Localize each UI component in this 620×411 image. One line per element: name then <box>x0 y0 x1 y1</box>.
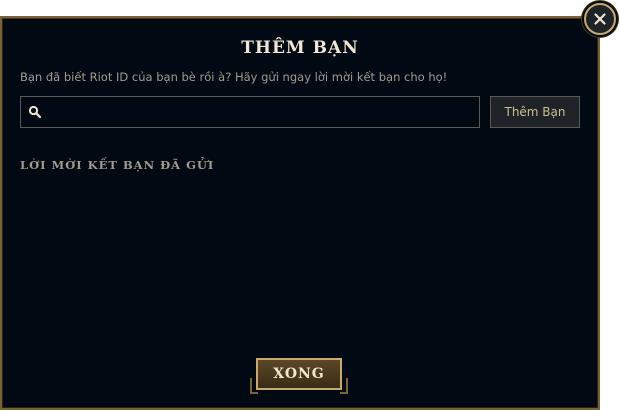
dialog-title: THÊM BẠN <box>241 38 359 58</box>
search-field[interactable] <box>20 96 480 128</box>
done-button-frame: XONG <box>250 358 348 394</box>
close-icon <box>594 13 606 25</box>
add-friend-dialog: THÊM BẠN Bạn đã biết Riot ID của bạn bè … <box>0 16 600 410</box>
close-button[interactable] <box>584 3 616 35</box>
add-friend-button[interactable]: Thêm Bạn <box>490 96 580 128</box>
riot-id-input[interactable] <box>47 99 479 127</box>
sent-requests-heading: LỜI MỜI KẾT BẠN ĐÃ GỬI <box>20 158 215 172</box>
done-button[interactable]: XONG <box>256 358 342 390</box>
dialog-subtitle: Bạn đã biết Riot ID của bạn bè rồi à? Hã… <box>20 70 448 84</box>
dialog-top-divider <box>2 18 598 19</box>
add-friend-screen: THÊM BẠN Bạn đã biết Riot ID của bạn bè … <box>0 0 620 411</box>
search-icon <box>28 105 42 119</box>
